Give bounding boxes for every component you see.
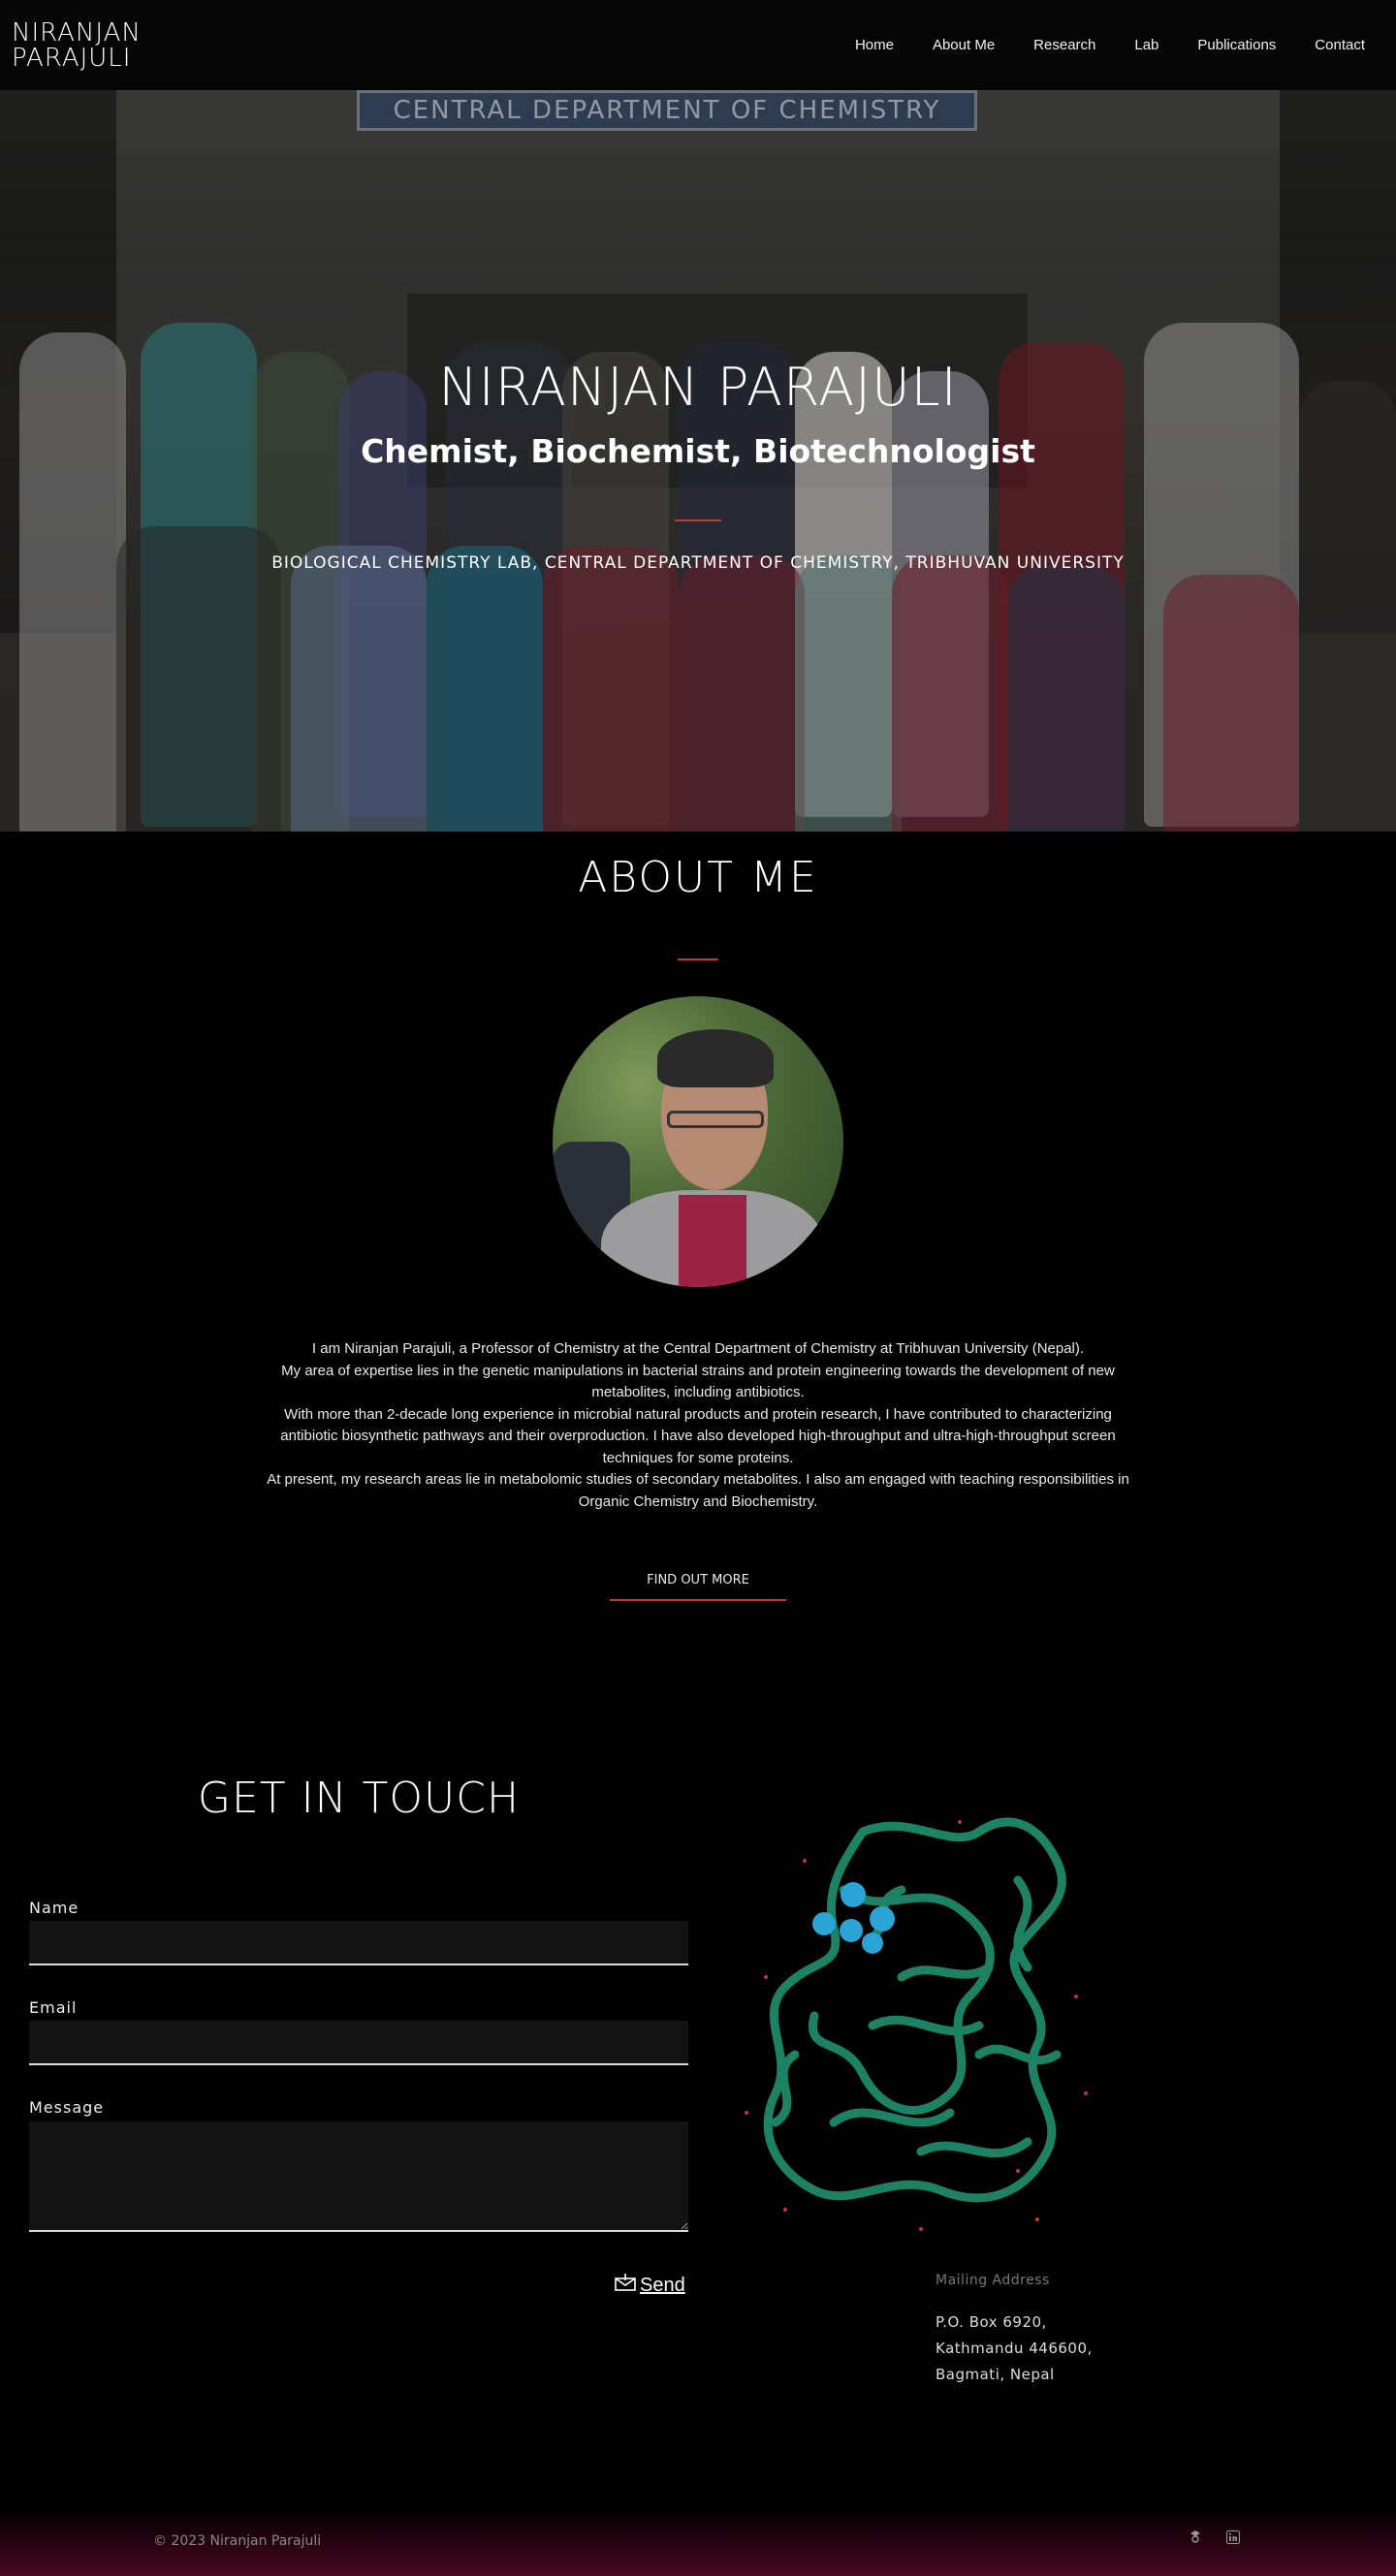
brand-logo[interactable]: NIRANJAN PARAJULI (12, 20, 142, 71)
google-scholar-icon[interactable] (1186, 2529, 1205, 2549)
nav-research[interactable]: Research (1014, 37, 1115, 53)
nav-about-me[interactable]: About Me (913, 37, 1014, 53)
linkedin-icon[interactable] (1223, 2529, 1243, 2549)
find-out-more-button[interactable]: FIND OUT MORE (610, 1562, 786, 1601)
footer: © 2023 Niranjan Parajuli (0, 2508, 1396, 2576)
protein-structure-image (727, 1803, 1115, 2239)
brand-line-1: NIRANJAN (12, 17, 142, 47)
send-button[interactable]: Send (615, 2274, 685, 2297)
address-line: Bagmati, Nepal (936, 2366, 1055, 2383)
about-divider (678, 958, 718, 960)
email-label: Email (29, 1998, 78, 2017)
photo-hair (657, 1029, 774, 1087)
about-paragraph: With more than 2-decade long experience … (280, 1405, 1116, 1466)
profile-photo (553, 996, 843, 1287)
hero-lab-affiliation: BIOLOGICAL CHEMISTRY LAB, CENTRAL DEPART… (271, 553, 1125, 573)
about-paragraph: I am Niranjan Parajuli, a Professor of C… (311, 1340, 1085, 1357)
hero-text: NIRANJAN PARAJULI Chemist, Biochemist, B… (0, 90, 1396, 832)
name-label: Name (29, 1899, 79, 1917)
message-label: Message (29, 2098, 105, 2117)
hero-title: NIRANJAN PARAJULI (438, 357, 958, 418)
nav-home[interactable]: Home (836, 37, 913, 53)
hero-section: CENTRAL DEPARTMENT OF CHEMISTRY NIRANJAN… (0, 90, 1396, 832)
email-field[interactable] (29, 2021, 688, 2065)
mailing-address-heading: Mailing Address (936, 2273, 1050, 2288)
about-title: ABOUT ME (578, 853, 818, 902)
message-field[interactable] (29, 2121, 688, 2232)
hero-divider (675, 519, 721, 521)
hero-subtitle: Chemist, Biochemist, Biotechnologist (361, 432, 1035, 470)
photo-shirt (679, 1195, 746, 1287)
contact-title: GET IN TOUCH (197, 1774, 521, 1823)
about-paragraph: At present, my research areas lie in met… (267, 1471, 1129, 1510)
photo-glasses (667, 1111, 764, 1128)
copyright-text: © 2023 Niranjan Parajuli (153, 2533, 322, 2549)
nav-publications[interactable]: Publications (1178, 37, 1295, 53)
top-navbar: NIRANJAN PARAJULI Home About Me Research… (0, 0, 1396, 90)
envelope-icon (615, 2274, 636, 2297)
nav-contact[interactable]: Contact (1295, 37, 1384, 53)
about-paragraph: My area of expertise lies in the genetic… (281, 1362, 1115, 1401)
nav-links: Home About Me Research Lab Publications … (836, 37, 1384, 53)
nav-lab[interactable]: Lab (1115, 37, 1178, 53)
send-label: Send (640, 2274, 685, 2296)
about-body: I am Niranjan Parajuli, a Professor of C… (262, 1338, 1134, 1513)
address-line: P.O. Box 6920, (936, 2313, 1047, 2331)
address-line: Kathmandu 446600, (936, 2340, 1093, 2357)
name-field[interactable] (29, 1921, 688, 1965)
brand-line-2: PARAJULI (12, 43, 132, 73)
